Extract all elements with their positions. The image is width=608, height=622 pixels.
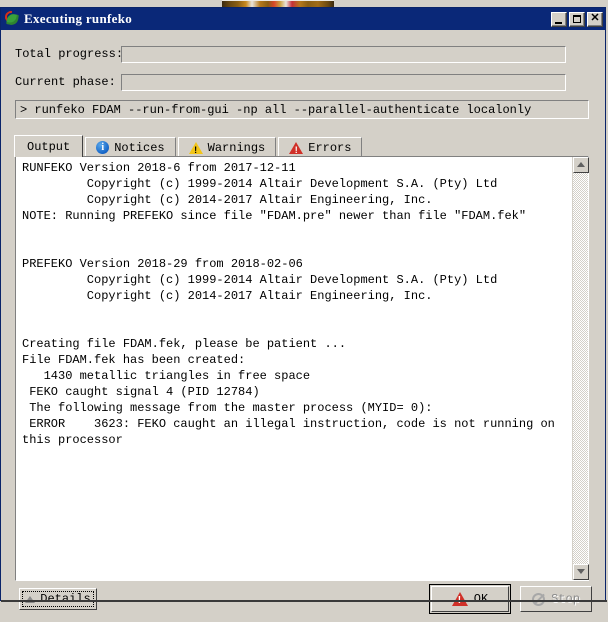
close-button[interactable]: ✕	[587, 11, 603, 27]
details-button[interactable]: Details	[19, 588, 97, 610]
scroll-down-arrow[interactable]	[573, 564, 589, 580]
current-phase-bar	[121, 73, 566, 91]
total-progress-bar	[121, 45, 566, 63]
tab-strip: Output i Notices ! Warnings ! Errors	[14, 135, 589, 157]
error-icon: !	[289, 141, 304, 154]
tab-errors[interactable]: ! Errors	[278, 137, 363, 157]
tab-errors-label: Errors	[308, 140, 352, 155]
output-panel: RUNFEKO Version 2018-6 from 2017-12-11 C…	[15, 156, 589, 581]
output-vertical-scrollbar[interactable]	[572, 157, 589, 580]
no-entry-icon	[532, 592, 546, 606]
info-icon: i	[96, 141, 110, 154]
window-bottom-edge	[1, 600, 607, 602]
current-phase-label: Current phase:	[15, 75, 116, 89]
stop-button-label: Stop	[551, 592, 580, 606]
minimize-button[interactable]	[551, 11, 567, 27]
total-progress-label: Total progress:	[15, 47, 124, 61]
window-title: Executing runfeko	[24, 11, 133, 26]
error-icon: !	[451, 592, 468, 606]
title-bar: Executing runfeko ✕	[1, 8, 605, 30]
tab-output[interactable]: Output	[14, 135, 84, 157]
warning-icon: !	[188, 141, 203, 154]
tab-output-label: Output	[27, 139, 71, 154]
ok-button-label: OK	[473, 592, 489, 606]
ok-button[interactable]: ! OK	[429, 584, 511, 614]
tab-warnings[interactable]: ! Warnings	[177, 137, 277, 157]
window-controls: ✕	[551, 11, 603, 27]
tab-notices[interactable]: i Notices	[85, 137, 176, 157]
tab-notices-label: Notices	[114, 140, 165, 155]
scroll-up-arrow[interactable]	[573, 157, 589, 173]
command-line-display: > runfeko FDAM --run-from-gui -np all --…	[15, 100, 589, 119]
current-phase-row: Current phase:	[15, 73, 566, 91]
dialog-client-area: Total progress: Current phase: > runfeko…	[1, 30, 605, 614]
output-log-text[interactable]: RUNFEKO Version 2018-6 from 2017-12-11 C…	[16, 157, 572, 580]
feko-leaf-icon	[2, 8, 20, 27]
dialog-footer: Details ! OK Stop	[1, 582, 605, 622]
stop-button: Stop	[520, 586, 592, 612]
tab-warnings-label: Warnings	[207, 140, 266, 155]
executing-runfeko-dialog: Executing runfeko ✕ Total progress: Curr…	[0, 7, 607, 614]
maximize-button[interactable]	[569, 11, 585, 27]
close-icon: ✕	[590, 11, 600, 24]
total-progress-row: Total progress:	[15, 45, 566, 63]
